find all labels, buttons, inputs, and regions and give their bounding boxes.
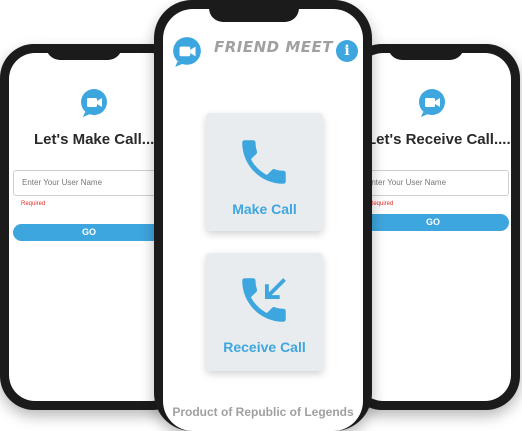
required-hint: Required	[369, 201, 394, 207]
notch	[209, 0, 299, 22]
receive-call-title: Let's Receive Call....	[367, 131, 511, 148]
video-chat-icon	[173, 37, 201, 67]
username-input[interactable]: Enter Your User Name	[13, 170, 165, 196]
required-hint: Required	[21, 201, 46, 207]
home-screen: FRIEND MEET i Make Call Receive Call Pro…	[163, 9, 363, 431]
video-chat-icon	[419, 89, 445, 117]
receive-call-button[interactable]: Receive Call	[206, 253, 323, 371]
receive-call-label: Receive Call	[223, 339, 306, 355]
phone-mockup-right: Let's Receive Call.... Enter Your User N…	[348, 44, 520, 410]
incoming-call-icon	[242, 278, 286, 322]
make-call-label: Make Call	[232, 201, 297, 217]
video-chat-icon	[81, 89, 107, 117]
notch	[46, 44, 122, 60]
info-icon[interactable]: i	[336, 40, 358, 62]
phone-mockup-center: FRIEND MEET i Make Call Receive Call Pro…	[154, 0, 372, 431]
app-title: FRIEND MEET	[214, 38, 334, 56]
receive-call-screen: Let's Receive Call.... Enter Your User N…	[357, 53, 511, 401]
username-input[interactable]: Enter Your User Name	[357, 170, 509, 196]
phone-icon	[242, 140, 286, 184]
go-button[interactable]: GO	[13, 224, 165, 241]
go-button[interactable]: GO	[357, 214, 509, 231]
make-call-button[interactable]: Make Call	[206, 113, 323, 231]
make-call-title: Let's Make Call....	[34, 131, 159, 148]
make-call-screen: Let's Make Call.... Enter Your User Name…	[9, 53, 177, 401]
notch	[388, 44, 464, 60]
footer-credit: Product of Republic of Legends	[172, 405, 354, 419]
